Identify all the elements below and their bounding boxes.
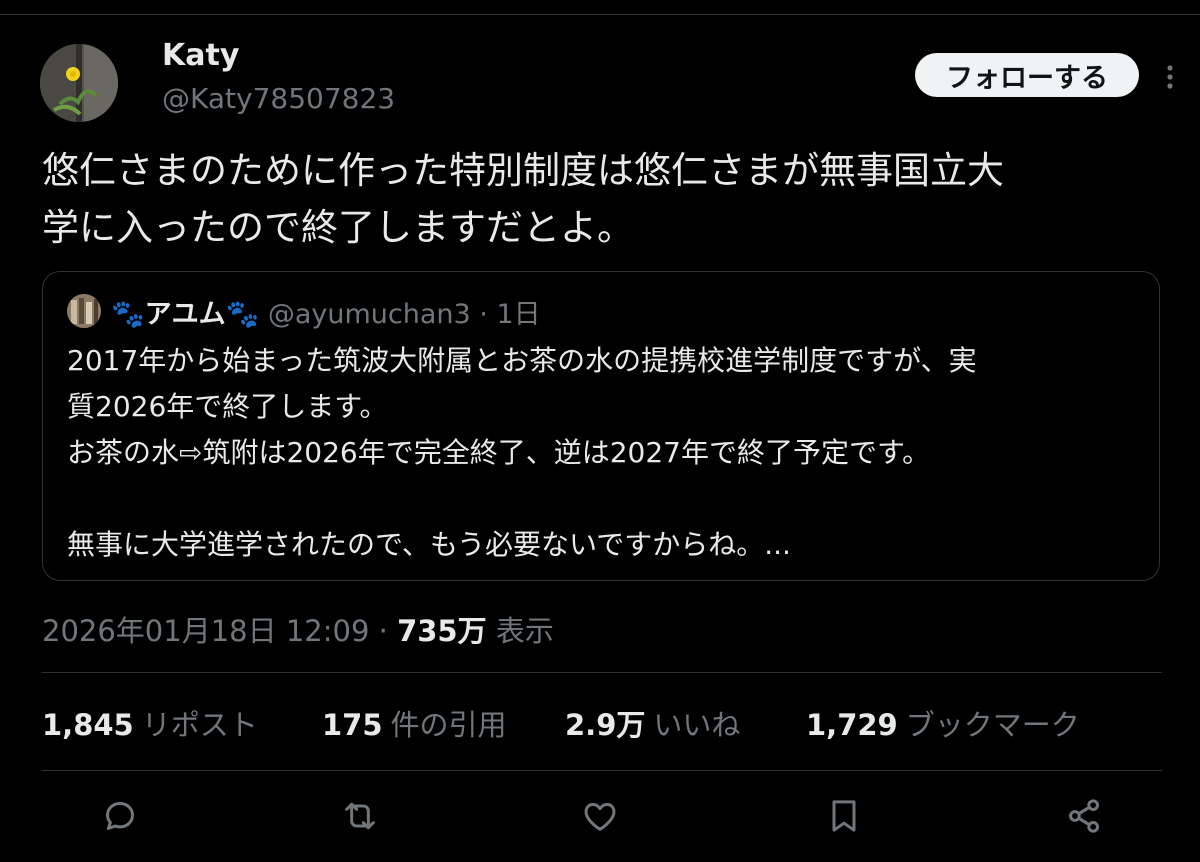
stat-reposts-label: リポスト <box>141 708 258 742</box>
quote-tweet-card[interactable]: 🐾アユム🐾 @ayumuchan3 · 1日 2017年から始まった筑波大附属と… <box>42 271 1160 581</box>
stat-quotes-count: 175 <box>322 708 383 742</box>
stat-likes-count: 2.9万 <box>565 708 646 742</box>
stat-likes[interactable]: 2.9万 いいね <box>565 702 740 744</box>
view-label: 表示 <box>486 614 554 648</box>
author-name[interactable]: Katy <box>162 38 239 73</box>
stat-bookmarks-count: 1,729 <box>806 708 898 742</box>
avatar-image <box>40 44 118 122</box>
stat-likes-label: いいね <box>653 708 741 742</box>
quote-header: 🐾アユム🐾 @ayumuchan3 · 1日 <box>111 292 541 331</box>
author-handle[interactable]: @Katy78507823 <box>162 82 395 115</box>
stat-bookmarks[interactable]: 1,729 ブックマーク <box>806 702 1080 744</box>
quote-author-avatar <box>67 294 101 328</box>
stat-bookmarks-label: ブックマーク <box>905 708 1080 742</box>
quote-age: · 1日 <box>479 299 541 330</box>
stat-quotes[interactable]: 175 件の引用 <box>322 702 507 744</box>
reply-icon[interactable] <box>100 796 140 836</box>
stat-reposts[interactable]: 1,845 リポスト <box>42 702 258 744</box>
more-options-icon[interactable] <box>1158 62 1182 92</box>
bookmark-icon[interactable] <box>824 796 864 836</box>
view-count: 735万 <box>397 614 487 648</box>
stats-top-divider <box>42 672 1162 673</box>
stat-quotes-label: 件の引用 <box>390 708 507 742</box>
quote-author-name: 🐾アユム🐾 <box>111 299 260 330</box>
top-divider <box>0 14 1200 15</box>
tweet-timestamp[interactable]: 2026年01月18日 12:09 · <box>42 614 397 648</box>
like-icon[interactable] <box>580 796 620 836</box>
quote-text: 2017年から始まった筑波大附属とお茶の水の提携校進学制度ですが、実 質2026… <box>67 344 977 561</box>
stat-reposts-count: 1,845 <box>42 708 134 742</box>
retweet-icon[interactable] <box>340 796 380 836</box>
tweet-text: 悠仁さまのために作った特別制度は悠仁さまが無事国立大 学に入ったので終了しますだ… <box>42 149 1004 249</box>
author-avatar[interactable] <box>40 44 118 122</box>
actions-top-divider <box>42 770 1162 771</box>
follow-button[interactable]: フォローする <box>915 53 1139 97</box>
tweet-meta: 2026年01月18日 12:09 · 735万 表示 <box>42 608 554 650</box>
quote-author-handle: @ayumuchan3 <box>267 299 471 330</box>
share-icon[interactable] <box>1064 796 1104 836</box>
